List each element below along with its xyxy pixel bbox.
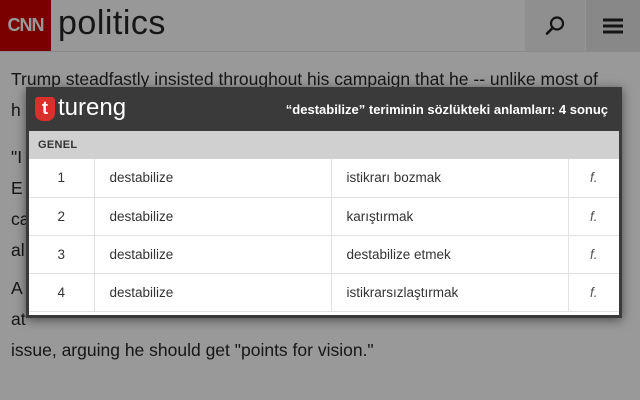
result-summary: “destabilize” teriminin sözlükteki anlam… [285,102,608,117]
results-list: 1 destabilize istikrarı bozmak f. 2 dest… [29,159,619,312]
source-term[interactable]: destabilize [94,197,332,236]
part-of-speech: f. [568,159,619,198]
tureng-popup: t tureng “destabilize” teriminin sözlükt… [26,87,622,318]
results-table: GENEL 1 destabilize istikrarı bozmak f. … [29,131,619,315]
translation[interactable]: destabilize etmek [331,235,569,274]
tureng-brand[interactable]: tureng [58,94,126,122]
source-term[interactable]: destabilize [94,273,332,312]
translation[interactable]: istikrarı bozmak [331,159,569,198]
table-row: 1 destabilize istikrarı bozmak f. [29,159,619,198]
row-number: 4 [29,273,95,312]
translation[interactable]: istikrarsızlaştırmak [331,273,569,312]
translation[interactable]: karıştırmak [331,197,569,236]
source-term[interactable]: destabilize [94,235,332,274]
table-row: 2 destabilize karıştırmak f. [29,197,619,236]
popup-header: t tureng “destabilize” teriminin sözlükt… [26,87,622,131]
source-term[interactable]: destabilize [94,159,332,198]
table-row: 4 destabilize istikrarsızlaştırmak f. [29,273,619,312]
row-number: 3 [29,235,95,274]
part-of-speech: f. [568,273,619,312]
part-of-speech: f. [568,197,619,236]
category-label: GENEL [38,139,78,151]
row-number: 1 [29,159,95,198]
category-header: GENEL [29,131,619,159]
row-number: 2 [29,197,95,236]
tureng-logo-icon[interactable]: t [35,97,55,121]
table-row: 3 destabilize destabilize etmek f. [29,235,619,274]
part-of-speech: f. [568,235,619,274]
